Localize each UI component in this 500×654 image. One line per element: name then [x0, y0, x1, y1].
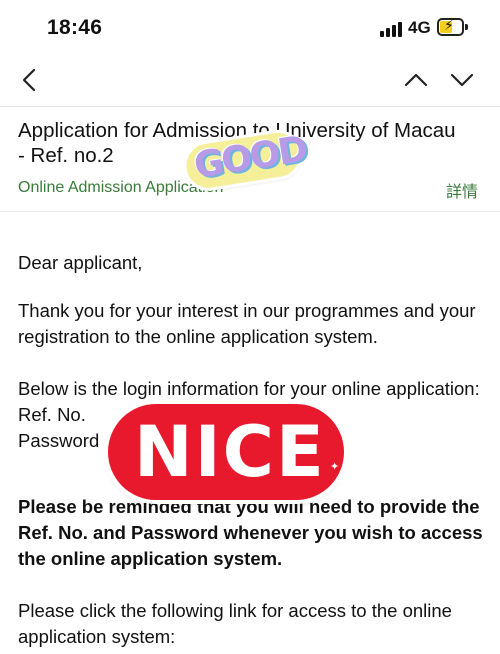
header-divider	[0, 211, 500, 212]
status-time: 18:46	[47, 16, 103, 39]
sparkle-icon: ✦	[102, 396, 114, 412]
email-screen: 18:46 4G ⚡ Application for Admission to …	[0, 0, 500, 654]
login-intro-line: Below is the login information for your …	[18, 378, 480, 399]
previous-message-button[interactable]	[396, 56, 436, 106]
battery-cap	[465, 24, 468, 30]
email-greeting: Dear applicant,	[18, 252, 143, 273]
good-sticker-text: GOOD	[191, 128, 309, 187]
sparkle-icon: ✦	[330, 461, 340, 473]
status-bar: 18:46 4G ⚡	[0, 0, 500, 56]
network-type: 4G	[408, 18, 431, 37]
email-thanks-paragraph: Thank you for your interest in our progr…	[18, 300, 476, 347]
chevron-up-icon	[404, 73, 428, 87]
signal-icon	[380, 21, 404, 37]
nice-sticker-text: NICE	[134, 411, 326, 493]
nice-sticker: NICE ✦ ✦	[102, 396, 348, 504]
mail-nav-bar	[0, 56, 500, 106]
chevron-down-icon	[450, 73, 474, 87]
details-link[interactable]: 詳情	[446, 178, 478, 202]
nav-divider	[0, 106, 500, 107]
back-button[interactable]	[12, 56, 52, 106]
chevron-left-icon	[22, 68, 36, 92]
next-message-button[interactable]	[442, 56, 482, 106]
email-link-paragraph: Please click the following link for acce…	[18, 600, 452, 647]
email-reminder-paragraph: Please be reminded that you will need to…	[18, 496, 483, 569]
battery-icon: ⚡	[437, 17, 464, 36]
